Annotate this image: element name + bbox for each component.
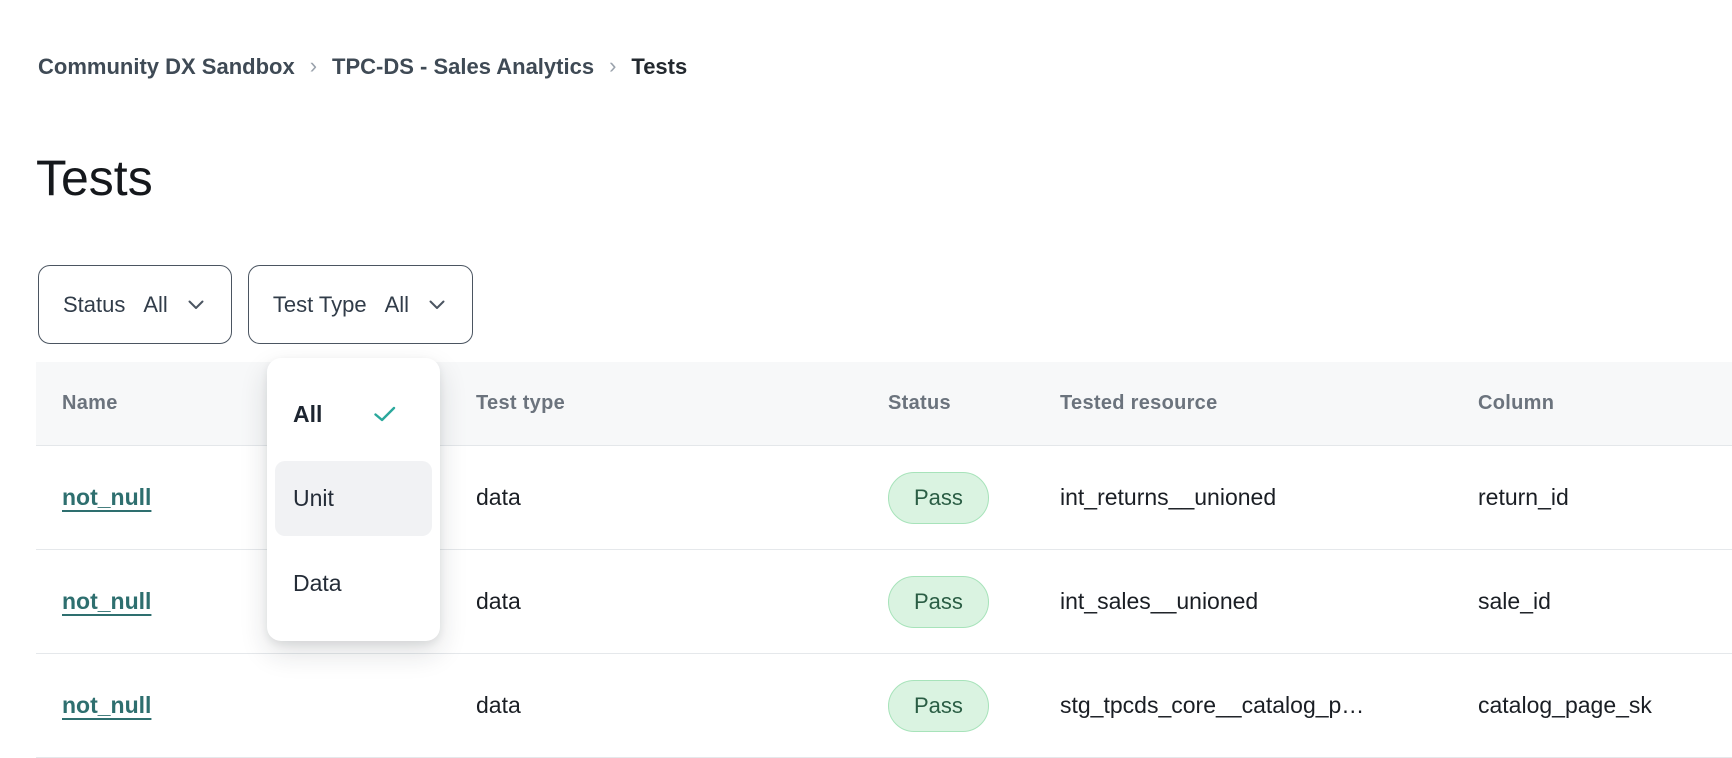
status-filter-label: Status (63, 292, 125, 318)
breadcrumb-item-current: Tests (631, 54, 687, 80)
menu-item-data[interactable]: Data (275, 545, 432, 621)
test-type-filter-button[interactable]: Test Type All (248, 265, 473, 344)
column-cell: catalog_page_sk (1452, 654, 1732, 757)
tested-resource-cell: int_returns__unioned (1034, 446, 1452, 549)
chevron-right-icon: › (609, 53, 616, 79)
chevron-down-icon (188, 300, 204, 310)
filters-bar: Status All Test Type All (38, 265, 473, 344)
test-type-dropdown-menu: All Unit Data (267, 358, 440, 641)
breadcrumb-item-package[interactable]: TPC-DS - Sales Analytics (332, 54, 594, 80)
test-name-link[interactable]: not_null (62, 588, 151, 615)
menu-item-data-label: Data (293, 570, 342, 597)
menu-item-all[interactable]: All (275, 376, 432, 452)
column-cell: sale_id (1452, 550, 1732, 653)
tested-resource-cell: int_sales__unioned (1034, 550, 1452, 653)
column-header-tested-resource: Tested resource (1034, 362, 1452, 445)
status-filter-button[interactable]: Status All (38, 265, 232, 344)
test-name-link[interactable]: not_null (62, 484, 151, 511)
status-filter-value: All (143, 292, 167, 318)
status-badge: Pass (888, 680, 989, 732)
test-type-filter-label: Test Type (273, 292, 367, 318)
menu-item-unit-label: Unit (293, 485, 334, 512)
breadcrumb-item-project[interactable]: Community DX Sandbox (38, 54, 295, 80)
test-name-link[interactable]: not_null (62, 692, 151, 719)
column-header-test-type: Test type (450, 362, 862, 445)
breadcrumb: Community DX Sandbox › TPC-DS - Sales An… (38, 54, 687, 80)
column-header-status: Status (862, 362, 1034, 445)
tested-resource-cell: stg_tpcds_core__catalog_p… (1034, 654, 1452, 757)
table-row: not_null data Pass stg_tpcds_core__catal… (36, 654, 1732, 758)
column-cell: return_id (1452, 446, 1732, 549)
menu-item-all-label: All (293, 401, 322, 428)
status-badge: Pass (888, 576, 989, 628)
test-type-cell: data (450, 654, 862, 757)
chevron-down-icon (429, 300, 445, 310)
status-badge: Pass (888, 472, 989, 524)
page-title: Tests (36, 148, 153, 208)
check-icon (374, 406, 396, 422)
test-type-cell: data (450, 446, 862, 549)
column-header-column: Column (1452, 362, 1732, 445)
test-type-cell: data (450, 550, 862, 653)
menu-item-unit[interactable]: Unit (275, 461, 432, 536)
chevron-right-icon: › (310, 53, 317, 79)
test-type-filter-value: All (385, 292, 409, 318)
